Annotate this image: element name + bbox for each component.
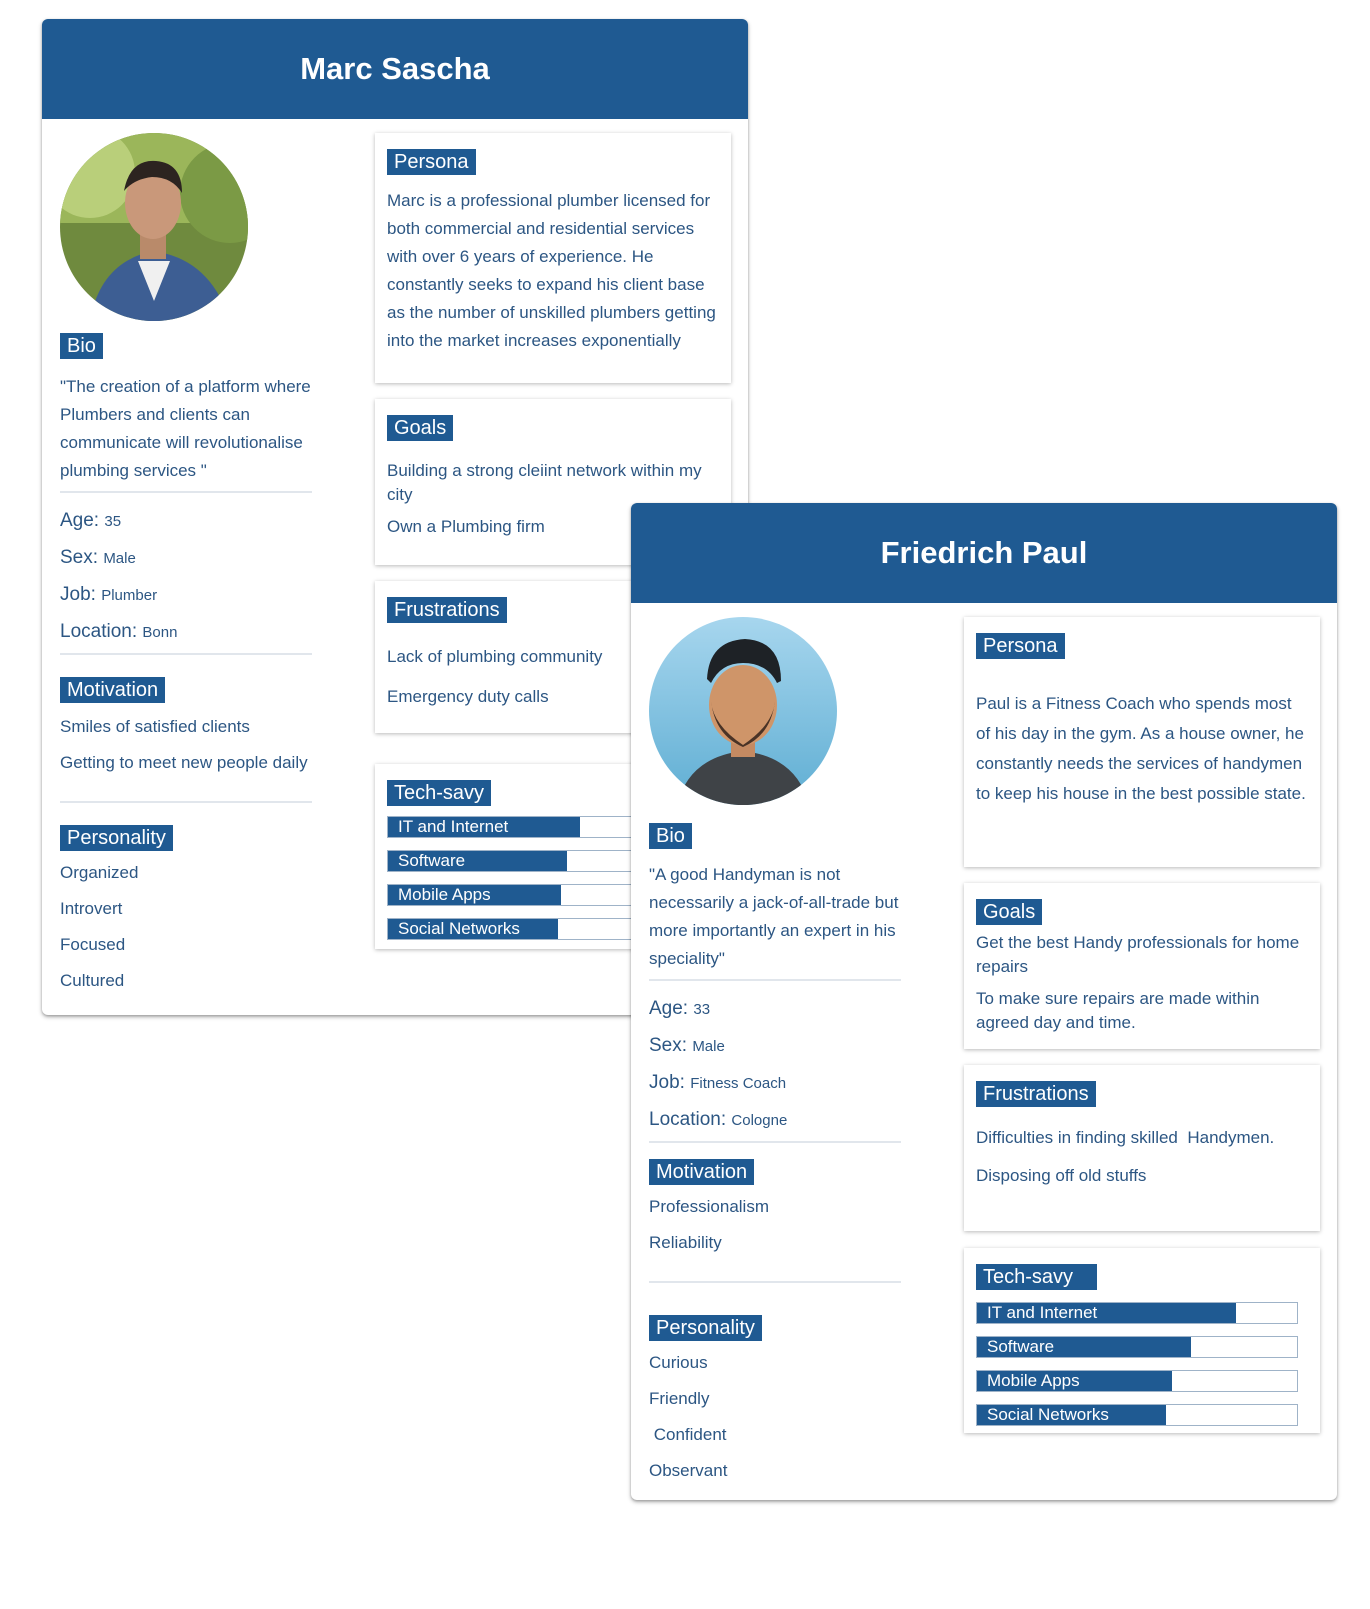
divider [60, 653, 312, 655]
age-value: 35 [104, 513, 122, 530]
frustrations-tag: Frustrations [387, 597, 507, 623]
job-row: Job: Plumber [60, 584, 158, 605]
location-row: Location: Bonn [60, 621, 178, 642]
skill-label: Social Networks [398, 919, 520, 938]
avatar-image [60, 133, 248, 321]
skill-label: Mobile Apps [398, 885, 491, 904]
goal-item: To make sure repairs are made within agr… [976, 989, 1260, 1032]
bio-text: "A good Handyman is not necessarily a ja… [649, 865, 899, 968]
sex-value: Male [103, 550, 136, 567]
persona-tag: Persona [976, 633, 1065, 659]
personality-item: Organized [60, 863, 139, 882]
frustrations-tag: Frustrations [976, 1081, 1096, 1107]
skill-bar: Social Networks [976, 1404, 1298, 1426]
skill-bar: IT and Internet [976, 1302, 1298, 1324]
persona-box: Persona Paul is a Fitness Coach who spen… [964, 617, 1320, 867]
skill-bar: Software [976, 1336, 1298, 1358]
goals-tag: Goals [387, 415, 454, 441]
goals-tag: Goals [976, 899, 1043, 925]
persona-box: Persona Marc is a professional plumber l… [375, 133, 731, 383]
persona-text: Marc is a professional plumber licensed … [387, 191, 716, 350]
goal-item: Get the best Handy professionals for hom… [976, 933, 1300, 976]
divider [649, 979, 901, 981]
left-column: Bio "The creation of a platform where Pl… [60, 119, 350, 999]
job-value: Plumber [101, 587, 158, 604]
tech-tag: Tech-savy [976, 1264, 1098, 1290]
personality-item: Focused [60, 935, 126, 954]
personality-item: Confident [649, 1425, 727, 1444]
skill-label: IT and Internet [987, 1303, 1098, 1322]
personality-item: Observant [649, 1461, 728, 1480]
motivation-item: Professionalism [649, 1197, 769, 1216]
persona-name: Friedrich Paul [631, 503, 1337, 603]
motivation-tag: Motivation [649, 1159, 755, 1185]
left-column: Bio "A good Handyman is not necessarily … [649, 603, 939, 1489]
avatar-image [649, 617, 837, 805]
personality-item: Cultured [60, 971, 125, 990]
persona-text: Paul is a Fitness Coach who spends most … [976, 694, 1306, 803]
tech-skills: IT and Internet Software Mobile Apps Soc… [976, 1302, 1308, 1426]
sex-row: Sex: Male [649, 1035, 725, 1056]
skill-label: Software [398, 851, 466, 870]
avatar [60, 133, 248, 321]
demographics: Age: 35 Sex: Male Job: Plumber Location:… [60, 503, 350, 651]
personality-item: Curious [649, 1353, 708, 1372]
personality-item: Friendly [649, 1389, 710, 1408]
job-value: Fitness Coach [690, 1075, 787, 1092]
tech-box: Tech-savy IT and Internet Software Mobil… [964, 1248, 1320, 1433]
divider [60, 491, 312, 493]
motivation-tag: Motivation [60, 677, 166, 703]
motivation-item: Smiles of satisfied clients [60, 717, 250, 736]
tech-tag: Tech-savy [387, 780, 492, 806]
location-row: Location: Cologne [649, 1109, 788, 1130]
age-value: 33 [693, 1001, 711, 1018]
frustration-item: Disposing off old stuffs [976, 1166, 1147, 1185]
avatar [649, 617, 837, 805]
skill-label: Software [987, 1337, 1055, 1356]
skill-label: IT and Internet [398, 817, 509, 836]
bio-tag: Bio [60, 333, 103, 359]
divider [60, 801, 312, 803]
location-value: Cologne [731, 1112, 788, 1129]
demographics: Age: 33 Sex: Male Job: Fitness Coach Loc… [649, 991, 939, 1139]
personality-item: Introvert [60, 899, 123, 918]
age-row: Age: 35 [60, 510, 122, 531]
persona-card-friedrich: Friedrich Paul Bio "A good Handyman is n… [631, 503, 1337, 1500]
bio-text: "The creation of a platform where Plumbe… [60, 377, 311, 480]
motivation-item: Getting to meet new people daily [60, 753, 308, 772]
divider [649, 1141, 901, 1143]
job-row: Job: Fitness Coach [649, 1072, 787, 1093]
skill-label: Social Networks [987, 1405, 1109, 1424]
location-value: Bonn [142, 624, 178, 641]
personality-tag: Personality [649, 1315, 762, 1341]
age-row: Age: 33 [649, 998, 711, 1019]
goal-item: Building a strong cleiint network within… [387, 461, 702, 504]
sex-row: Sex: Male [60, 547, 136, 568]
divider [649, 1281, 901, 1283]
personality-tag: Personality [60, 825, 173, 851]
sex-value: Male [692, 1038, 725, 1055]
persona-name: Marc Sascha [42, 19, 748, 119]
goals-box: Goals Get the best Handy professionals f… [964, 883, 1320, 1049]
frustrations-box: Frustrations Difficulties in finding ski… [964, 1065, 1320, 1231]
bio-tag: Bio [649, 823, 692, 849]
persona-tag: Persona [387, 149, 476, 175]
skill-label: Mobile Apps [987, 1371, 1080, 1390]
motivation-item: Reliability [649, 1233, 722, 1252]
frustration-item: Difficulties in finding skilled Handymen… [976, 1128, 1275, 1147]
skill-bar: Mobile Apps [976, 1370, 1298, 1392]
